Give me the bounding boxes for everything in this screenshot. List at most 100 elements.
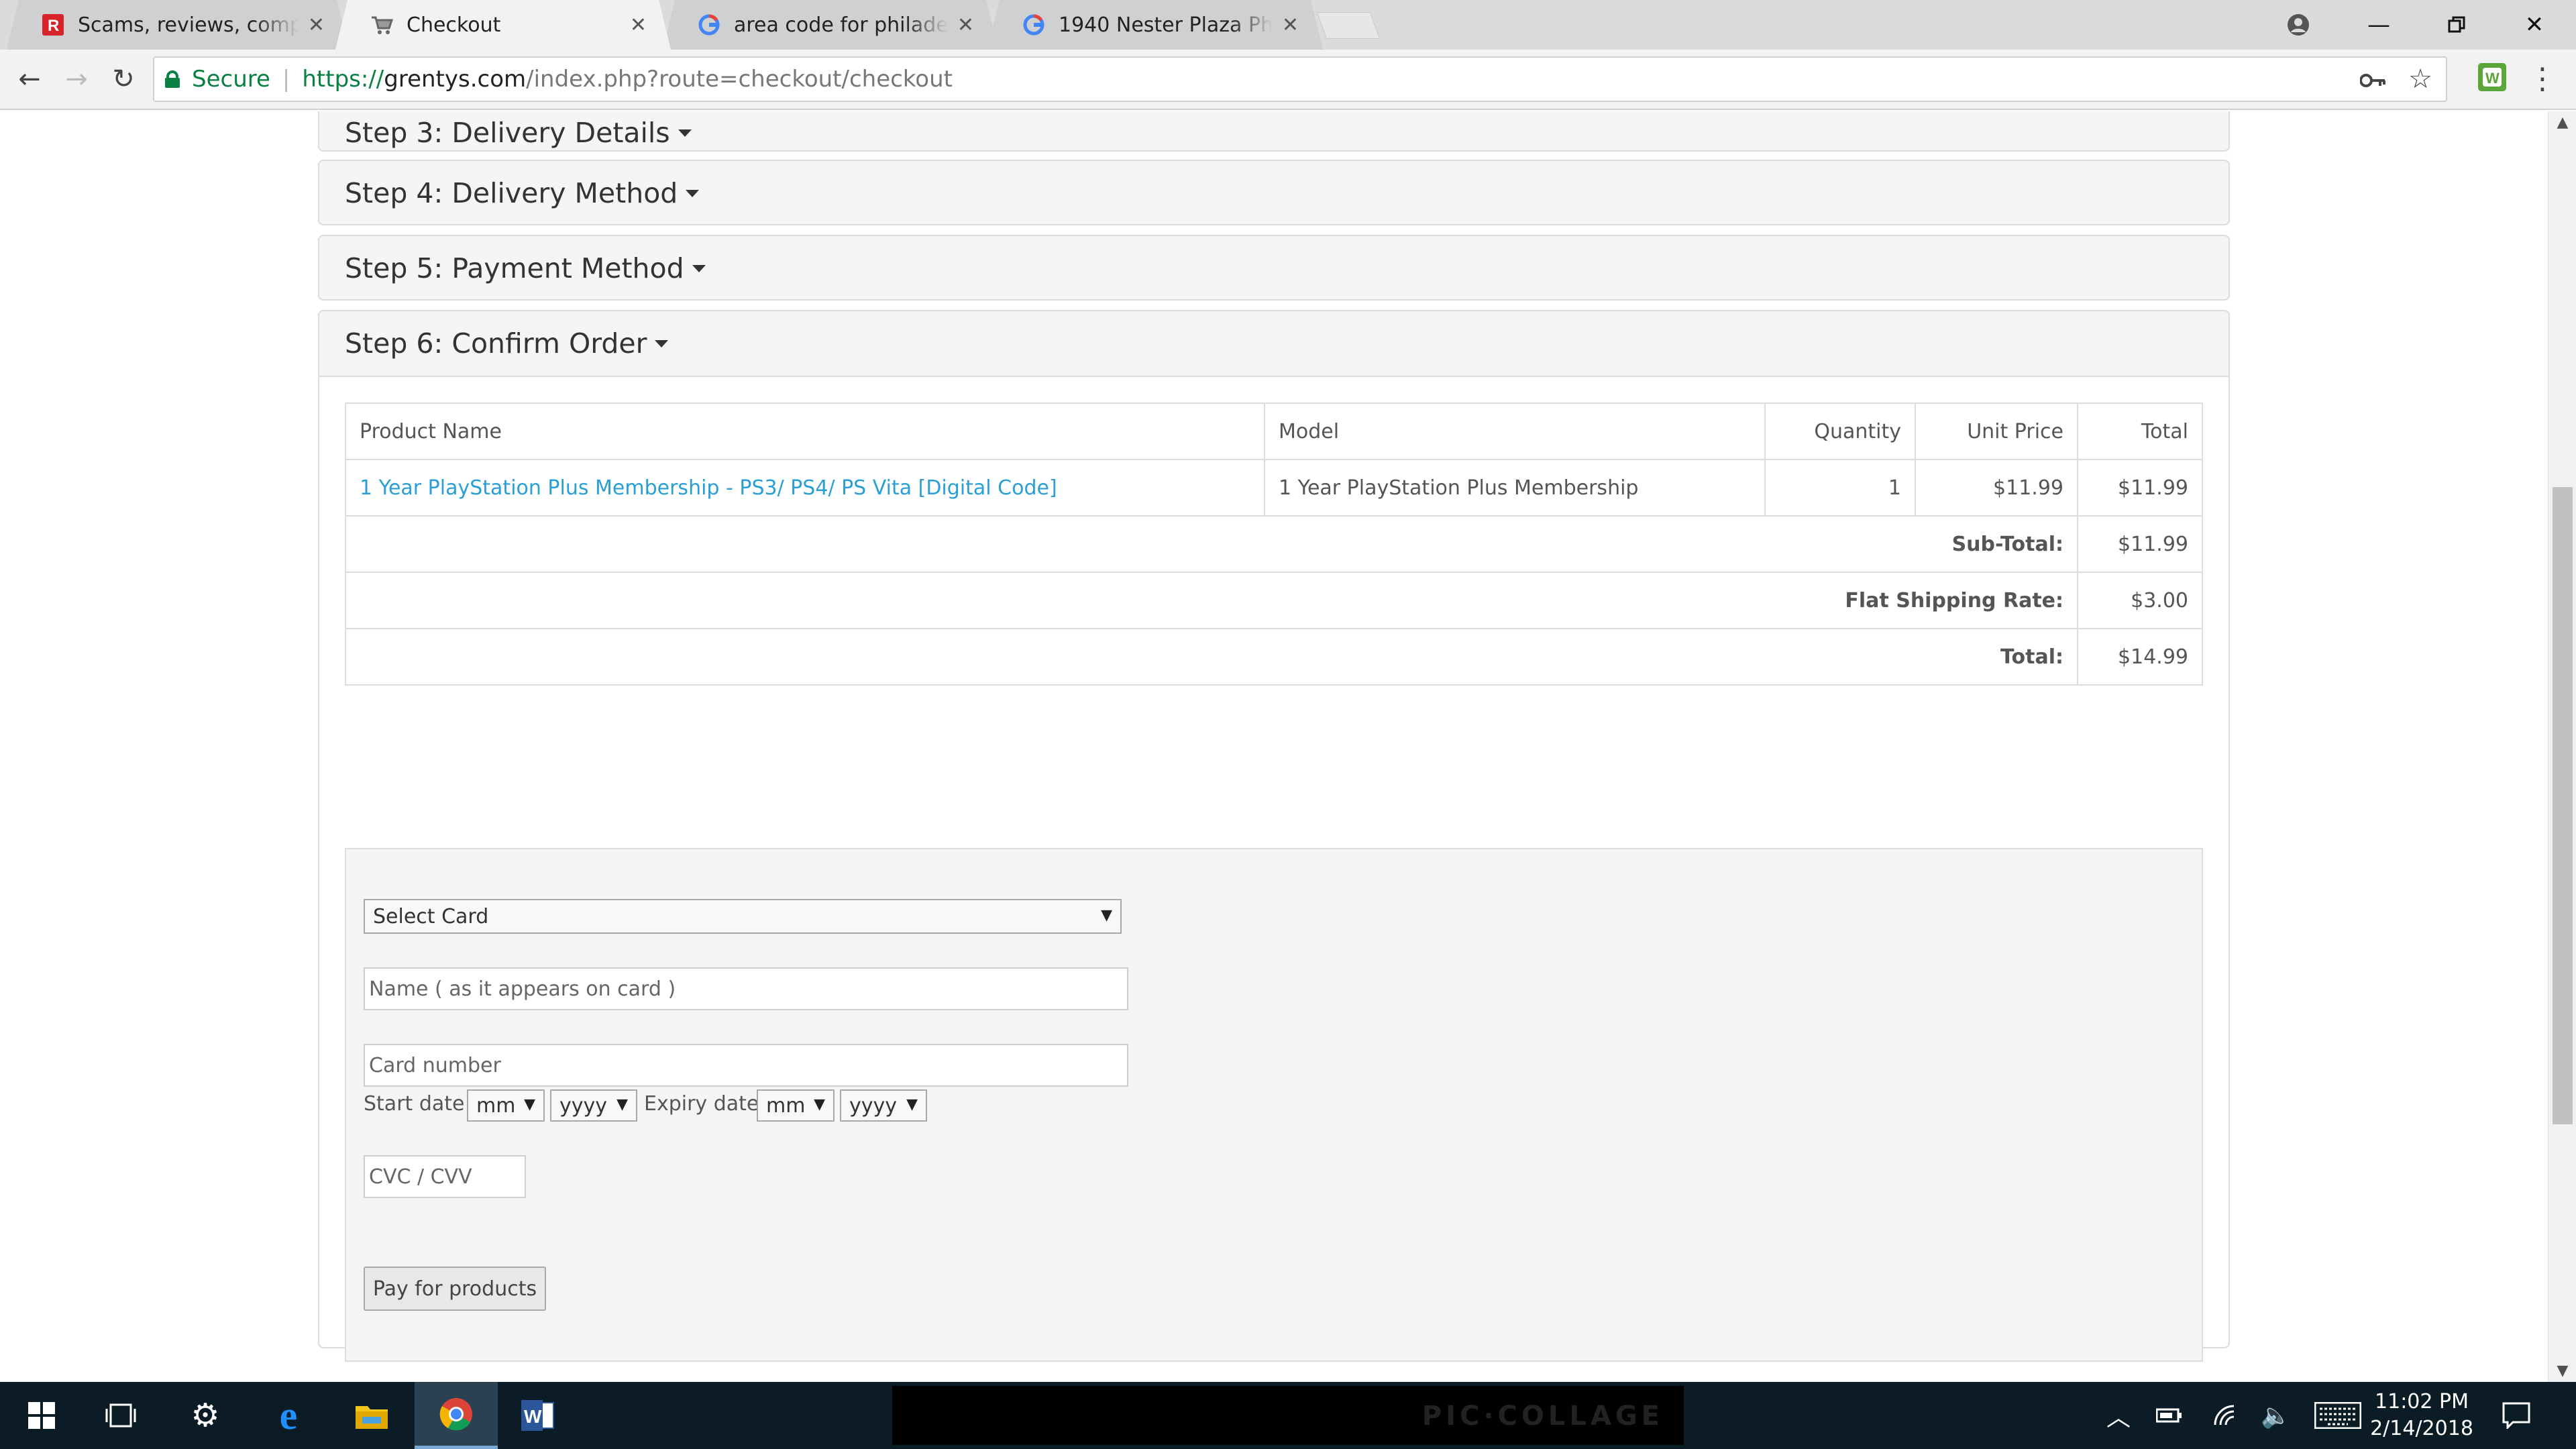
column-header: Quantity bbox=[1764, 402, 1916, 460]
model-cell: 1 Year PlayStation Plus Membership bbox=[1264, 459, 1766, 517]
card-number-placeholder: Card number bbox=[369, 1053, 501, 1077]
browser-menu-icon[interactable]: ⋮ bbox=[2528, 60, 2557, 98]
settings-gear-icon[interactable]: ⚙ bbox=[164, 1382, 247, 1449]
restore-icon[interactable] bbox=[2419, 0, 2494, 50]
browser-tab[interactable]: 1940 Nester Plaza Philad ✕ bbox=[987, 0, 1323, 50]
pic-collage-watermark: PIC·COLLAGE bbox=[892, 1386, 1684, 1445]
battery-icon[interactable] bbox=[2156, 1382, 2183, 1449]
table-header-row: Product Name Model Quantity Unit Price T… bbox=[345, 402, 2203, 460]
scrollbar-thumb[interactable] bbox=[2553, 487, 2573, 1124]
grand-total-label: Total: bbox=[2000, 645, 2063, 669]
url-scheme: https:// bbox=[302, 66, 384, 93]
cardholder-name-placeholder: Name ( as it appears on card ) bbox=[369, 977, 676, 1001]
watermark-text: PIC·COLLAGE bbox=[1421, 1401, 1664, 1432]
pay-for-products-button[interactable]: Pay for products bbox=[364, 1267, 546, 1311]
word-icon[interactable]: W bbox=[496, 1382, 580, 1449]
task-view-icon[interactable] bbox=[79, 1382, 162, 1449]
step-header[interactable]: Step 3: Delivery Details bbox=[319, 111, 2229, 153]
minimize-icon[interactable]: — bbox=[2341, 0, 2416, 50]
scroll-up-icon[interactable]: ▲ bbox=[2548, 114, 2576, 131]
tab-title: area code for philadelphi bbox=[734, 13, 948, 37]
step-header[interactable]: Step 6: Confirm Order bbox=[319, 311, 2229, 376]
key-icon[interactable] bbox=[2359, 64, 2386, 95]
close-tab-icon[interactable]: ✕ bbox=[308, 13, 325, 37]
expiry-year-select[interactable]: yyyy ▼ bbox=[840, 1089, 927, 1122]
extension-icon[interactable]: W bbox=[2478, 63, 2508, 93]
grand-total-row: Total: $14.99 bbox=[345, 628, 2203, 686]
touch-keyboard-icon[interactable] bbox=[2314, 1382, 2361, 1449]
svg-text:R: R bbox=[48, 17, 59, 35]
expiry-year-value: yyyy bbox=[849, 1093, 898, 1118]
card-type-value: Select Card bbox=[373, 904, 489, 928]
back-arrow-icon[interactable]: ← bbox=[11, 60, 48, 98]
step-title: Step 6: Confirm Order bbox=[345, 327, 647, 360]
tab-title: Checkout bbox=[407, 13, 501, 37]
dropdown-arrow-icon: ▼ bbox=[616, 1096, 628, 1113]
close-tab-icon[interactable]: ✕ bbox=[630, 13, 647, 37]
step-title: Step 5: Payment Method bbox=[345, 252, 684, 284]
shipping-row: Flat Shipping Rate: $3.00 bbox=[345, 572, 2203, 629]
windows-start-icon[interactable] bbox=[0, 1382, 83, 1449]
reload-icon[interactable]: ↻ bbox=[105, 60, 142, 98]
scroll-down-icon[interactable]: ▼ bbox=[2548, 1362, 2576, 1379]
step-title: Step 4: Delivery Method bbox=[345, 177, 678, 209]
card-type-select[interactable]: Select Card ▼ bbox=[364, 899, 1122, 934]
browser-toolbar: ← → ↻ Secure | https:// grentys.com /ind… bbox=[0, 50, 2576, 110]
totals-label-cell: Sub-Total: bbox=[345, 515, 2078, 573]
show-hidden-icons-icon[interactable]: ︿ bbox=[2106, 1382, 2131, 1449]
close-tab-icon[interactable]: ✕ bbox=[957, 13, 974, 37]
tab-title: Scams, reviews, complair bbox=[78, 13, 299, 37]
secure-indicator[interactable]: Secure bbox=[165, 66, 270, 93]
checkout-step-panel: Step 3: Delivery Details bbox=[318, 111, 2230, 152]
expiry-month-select[interactable]: mm ▼ bbox=[757, 1089, 835, 1122]
wifi-icon[interactable] bbox=[2212, 1382, 2237, 1449]
step-header[interactable]: Step 5: Payment Method bbox=[319, 236, 2229, 301]
caret-down-icon bbox=[678, 129, 692, 137]
secure-label: Secure bbox=[192, 66, 270, 93]
forward-arrow-icon[interactable]: → bbox=[58, 60, 95, 98]
browser-tab-active[interactable]: Checkout ✕ bbox=[335, 0, 671, 50]
close-window-icon[interactable]: ✕ bbox=[2497, 0, 2572, 50]
column-header: Model bbox=[1264, 402, 1766, 460]
column-header: Total bbox=[2077, 402, 2203, 460]
step-title: Step 3: Delivery Details bbox=[345, 117, 670, 149]
column-header: Product Name bbox=[345, 402, 1265, 460]
bookmark-star-icon[interactable]: ☆ bbox=[2408, 64, 2432, 95]
confirm-order-panel: Step 6: Confirm Order Product Name Model… bbox=[318, 310, 2230, 1362]
start-month-value: mm bbox=[476, 1093, 516, 1118]
clock-date: 2/14/2018 bbox=[2370, 1417, 2473, 1440]
card-number-input[interactable]: Card number bbox=[364, 1044, 1128, 1087]
start-date-label: Start date: bbox=[364, 1092, 472, 1116]
file-explorer-icon[interactable] bbox=[330, 1382, 413, 1449]
close-tab-icon[interactable]: ✕ bbox=[1282, 13, 1299, 37]
page-scrollbar[interactable]: ▲ ▼ bbox=[2548, 111, 2576, 1382]
cardholder-name-input[interactable]: Name ( as it appears on card ) bbox=[364, 967, 1128, 1010]
chrome-icon[interactable] bbox=[415, 1382, 498, 1449]
url-divider: | bbox=[282, 66, 290, 93]
windows-taskbar: ⚙ e W PIC·COLLAGE ︿ 🔈 11:02 PM 2/14/2018 bbox=[0, 1382, 2576, 1449]
expiry-month-value: mm bbox=[766, 1093, 806, 1118]
browser-tab[interactable]: R Scams, reviews, complair ✕ bbox=[7, 0, 349, 50]
cvc-input[interactable]: CVC / CVV bbox=[364, 1155, 526, 1198]
system-clock[interactable]: 11:02 PM 2/14/2018 bbox=[2368, 1389, 2475, 1442]
ripoff-report-icon: R bbox=[42, 13, 64, 36]
start-month-select[interactable]: mm ▼ bbox=[467, 1089, 545, 1122]
address-bar[interactable]: Secure | https:// grentys.com /index.php… bbox=[153, 56, 2447, 102]
new-tab-button[interactable] bbox=[1316, 12, 1381, 39]
subtotal-label: Sub-Total: bbox=[1951, 532, 2063, 556]
subtotal-row: Sub-Total: $11.99 bbox=[345, 515, 2203, 573]
dropdown-arrow-icon: ▼ bbox=[814, 1096, 825, 1113]
profile-icon[interactable] bbox=[2261, 0, 2336, 50]
product-link[interactable]: 1 Year PlayStation Plus Membership - PS3… bbox=[360, 476, 1057, 500]
edge-browser-icon[interactable]: e bbox=[247, 1382, 330, 1449]
product-cell: 1 Year PlayStation Plus Membership - PS3… bbox=[345, 459, 1265, 517]
volume-icon[interactable]: 🔈 bbox=[2261, 1382, 2291, 1449]
total-cell: $11.99 bbox=[2077, 459, 2203, 517]
tab-title: 1940 Nester Plaza Philad bbox=[1059, 13, 1273, 37]
browser-tab[interactable]: area code for philadelphi ✕ bbox=[663, 0, 998, 50]
action-center-icon[interactable] bbox=[2502, 1382, 2530, 1449]
subtotal-value: $11.99 bbox=[2077, 515, 2203, 573]
start-year-select[interactable]: yyyy ▼ bbox=[550, 1089, 637, 1122]
step-header[interactable]: Step 4: Delivery Method bbox=[319, 161, 2229, 225]
caret-down-icon bbox=[655, 339, 669, 347]
